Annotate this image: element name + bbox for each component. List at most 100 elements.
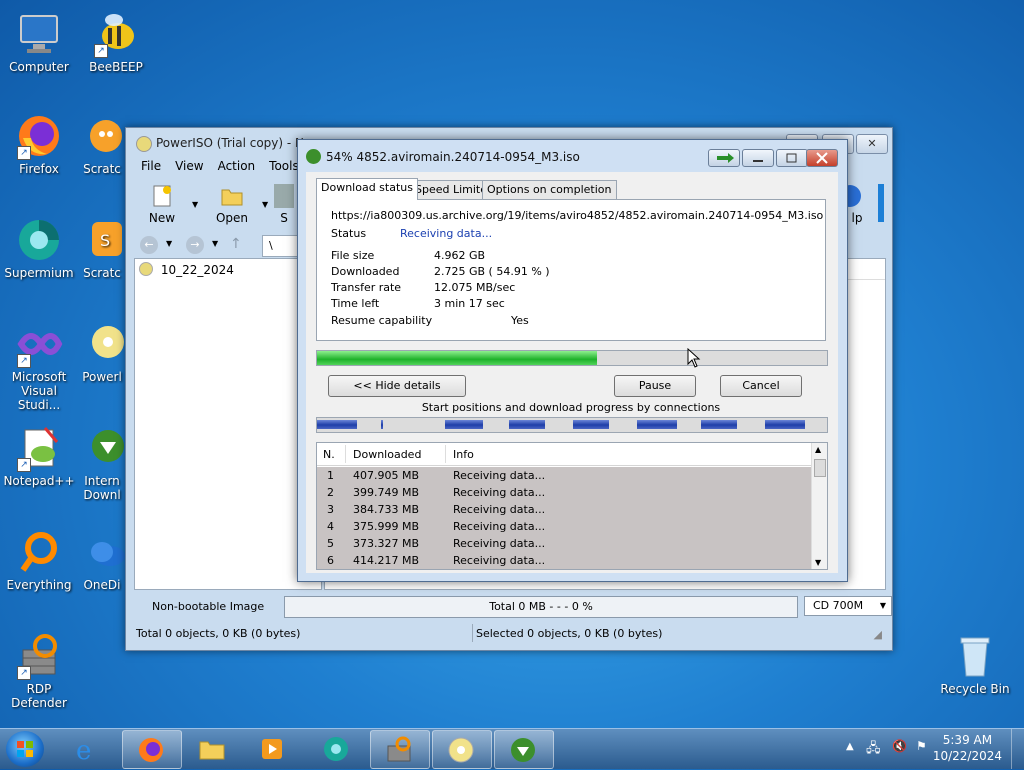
computer-icon: [15, 10, 63, 58]
connections-table-header: N. Downloaded Info: [317, 443, 811, 466]
column-divider: [445, 445, 446, 463]
tab-download-status[interactable]: Download status: [316, 178, 418, 200]
save-button[interactable]: S: [274, 184, 294, 225]
dialog-minimize-button[interactable]: [742, 149, 774, 167]
table-row[interactable]: 2 399.749 MB Receiving data...: [317, 484, 811, 501]
shortcut-arrow-icon: ↗: [17, 458, 31, 472]
desktop-icon-scratch-1[interactable]: Scratc: [77, 112, 127, 176]
rdp-defender-icon: ↗: [15, 632, 63, 680]
desktop-icon-poweriso[interactable]: Powerl: [77, 320, 127, 384]
hide-details-button[interactable]: << Hide details: [328, 375, 466, 397]
scroll-down-icon[interactable]: ▼: [815, 558, 821, 567]
menu-action[interactable]: Action: [211, 156, 263, 176]
new-dropdown-icon[interactable]: ▼: [192, 200, 198, 209]
move-to-tray-button[interactable]: [708, 149, 740, 167]
menu-file[interactable]: File: [134, 156, 168, 176]
column-header-downloaded[interactable]: Downloaded: [353, 448, 421, 461]
forward-icon[interactable]: →: [186, 236, 204, 254]
connections-scrollbar[interactable]: ▲ ▼: [811, 443, 827, 569]
scroll-thumb[interactable]: [814, 459, 826, 477]
desktop-icon-scratch-2[interactable]: S Scratc: [77, 216, 127, 280]
start-button[interactable]: [6, 731, 44, 767]
back-dropdown-icon[interactable]: ▼: [166, 239, 172, 248]
folder-tree: 10_22_2024: [134, 258, 322, 590]
open-dropdown-icon[interactable]: ▼: [262, 200, 268, 209]
column-header-n[interactable]: N.: [323, 448, 335, 461]
desktop-icon-beebeep[interactable]: ↗ BeeBEEP: [77, 10, 155, 74]
status-selected-objects: Selected 0 objects, 0 KB (0 bytes): [476, 627, 663, 640]
desktop-icon-supermium[interactable]: Supermium: [0, 216, 78, 280]
poweriso-app-icon: [136, 136, 152, 152]
action-center-flag-icon[interactable]: ⚑: [916, 739, 927, 753]
transfer-rate-row: Transfer rate 12.075 MB/sec: [331, 281, 516, 294]
desktop-icon-rdp-defender[interactable]: ↗ RDP Defender: [0, 632, 78, 710]
taskbar-ie[interactable]: e: [60, 730, 118, 767]
desktop-icon-everything[interactable]: Everything: [0, 528, 78, 592]
download-progress-fill: [317, 351, 598, 365]
clock[interactable]: 5:39 AM 10/22/2024: [933, 733, 1002, 763]
tree-item-root[interactable]: 10_22_2024: [139, 262, 234, 277]
taskbar-poweriso[interactable]: [432, 730, 492, 769]
up-icon[interactable]: ↑: [230, 236, 242, 252]
table-row[interactable]: 6 414.217 MB Receiving data...: [317, 552, 811, 569]
connection-segment: [509, 420, 545, 429]
scroll-up-icon[interactable]: ▲: [815, 445, 821, 454]
desktop-icon-notepadpp[interactable]: ↗ Notepad++: [0, 424, 78, 488]
network-icon[interactable]: 🖧: [866, 739, 881, 761]
onedrive-icon: [78, 528, 126, 576]
supermium-icon: [15, 216, 63, 264]
dialog-close-button[interactable]: [806, 149, 838, 167]
table-row[interactable]: 4 375.999 MB Receiving data...: [317, 518, 811, 535]
taskbar-idm[interactable]: [494, 730, 554, 769]
dialog-restore-button[interactable]: [776, 149, 808, 167]
desktop-icon-recycle-bin[interactable]: Recycle Bin: [936, 632, 1014, 696]
tab-options-on-completion[interactable]: Options on completion: [482, 180, 617, 199]
mouse-cursor-icon: [687, 347, 701, 371]
back-icon[interactable]: ←: [140, 236, 158, 254]
save-icon: [274, 184, 294, 208]
taskbar-firefox[interactable]: [122, 730, 182, 769]
cancel-button[interactable]: Cancel: [720, 375, 802, 397]
media-select[interactable]: CD 700M ▼: [804, 596, 892, 616]
help-button[interactable]: lp: [846, 184, 868, 225]
menu-view[interactable]: View: [168, 156, 210, 176]
download-info-panel: https://ia800309.us.archive.org/19/items…: [316, 199, 826, 341]
connection-segment: [573, 420, 609, 429]
connections-progress-bar: [316, 417, 828, 433]
connection-segment: [317, 420, 357, 429]
column-header-info[interactable]: Info: [453, 448, 474, 461]
forward-dropdown-icon[interactable]: ▼: [212, 239, 218, 248]
poweriso-close-button[interactable]: ✕: [856, 134, 888, 154]
table-row[interactable]: 1 407.905 MB Receiving data...: [317, 467, 811, 484]
desktop-icon-firefox[interactable]: ↗ Firefox: [0, 112, 78, 176]
open-button[interactable]: Open: [208, 184, 256, 225]
resize-grip-icon[interactable]: ◢: [874, 628, 882, 641]
table-row[interactable]: 3 384.733 MB Receiving data...: [317, 501, 811, 518]
idm-icon: [78, 424, 126, 472]
show-hidden-icons-icon[interactable]: ▲: [846, 741, 854, 752]
svg-text:S: S: [100, 231, 110, 250]
new-button[interactable]: New: [138, 184, 186, 225]
volume-muted-icon[interactable]: 🔇: [892, 739, 907, 753]
desktop-icon-visual-studio[interactable]: ↗ Microsoft Visual Studi...: [0, 320, 78, 412]
windows-logo-icon: [17, 741, 33, 757]
taskbar-rdp-defender[interactable]: [370, 730, 430, 769]
status-row: Status Receiving data...: [331, 227, 493, 240]
poweriso-icon: [447, 736, 475, 764]
desktop-icon-idm[interactable]: Intern Downl: [77, 424, 127, 502]
media-player-icon: [258, 735, 286, 763]
everything-icon: [15, 528, 63, 576]
taskbar-media-player[interactable]: [244, 730, 302, 767]
download-dialog-titlebar[interactable]: 54% 4852.aviromain.240714-0954_M3.iso: [298, 140, 847, 172]
poweriso-statusbar: Total 0 objects, 0 KB (0 bytes) Selected…: [134, 624, 884, 644]
taskbar-supermium[interactable]: [308, 730, 366, 767]
taskbar-explorer[interactable]: [184, 730, 242, 767]
path-field[interactable]: \: [262, 235, 300, 257]
pause-button[interactable]: Pause: [614, 375, 696, 397]
connection-segment: [445, 420, 483, 429]
desktop-icon-onedrive[interactable]: OneDi: [77, 528, 127, 592]
show-desktop-button[interactable]: [1011, 729, 1024, 769]
help-icon: [846, 184, 868, 208]
desktop-icon-computer[interactable]: Computer: [0, 10, 78, 74]
table-row[interactable]: 5 373.327 MB Receiving data...: [317, 535, 811, 552]
